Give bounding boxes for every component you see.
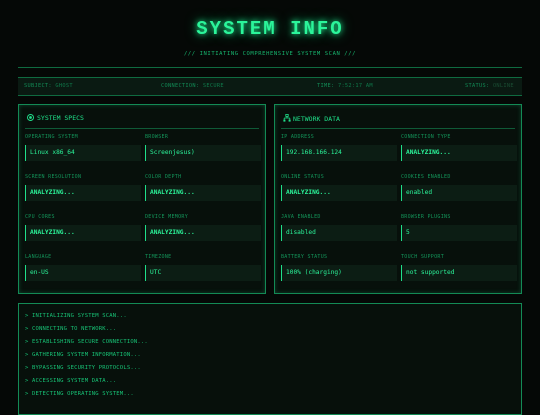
system-specs-panel: SYSTEM SPECS OPERATING SYSTEM Linux x86_… [18,104,266,294]
field-connection-type: CONNECTION TYPE ANALYZING... [401,134,517,161]
log-line: > ACCESSING SYSTEM DATA... [25,378,117,384]
log-line: > BYPASSING SECURITY PROTOCOLS... [25,365,141,371]
page-subtitle: /// INITIATING COMPREHENSIVE SYSTEM SCAN… [183,51,357,57]
subject-status: SUBJECT: GHOST [24,83,73,89]
panel-divider [281,128,515,129]
field-browser: BROWSER Screenjesus) [145,134,261,161]
page-title: SYSTEM INFO [196,18,344,40]
field-device-memory: DEVICE MEMORY ANALYZING... [145,214,261,241]
log-line: > CONNECTING TO NETWORK... [25,326,117,332]
field-online-status: ONLINE STATUS ANALYZING... [281,174,397,201]
header-divider [18,67,522,68]
field-operating-system: OPERATING SYSTEM Linux x86_64 [25,134,141,161]
network-data-header: NETWORK DATA [283,114,340,123]
network-data-panel: NETWORK DATA IP ADDRESS 192.168.166.124 … [274,104,522,294]
field-color-depth: COLOR DEPTH ANALYZING... [145,174,261,201]
time-status: TIME: 7:52:17 AM [317,83,373,89]
field-screen-resolution: SCREEN RESOLUTION ANALYZING... [25,174,141,201]
log-line: > DETECTING OPERATING SYSTEM... [25,391,134,397]
field-browser-plugins: BROWSER PLUGINS 5 [401,214,517,241]
field-ip-address: IP ADDRESS 192.168.166.124 [281,134,397,161]
network-icon [283,114,291,122]
log-line: > INITIALIZING SYSTEM SCAN... [25,313,127,319]
field-java-enabled: JAVA ENABLED disabled [281,214,397,241]
connection-status: CONNECTION: SECURE [161,83,224,89]
field-cpu-cores: CPU CORES ANALYZING... [25,214,141,241]
cpu-icon [27,114,34,121]
panel-divider [25,128,259,129]
online-status: STATUS: ONLINE [465,83,514,89]
field-cookies-enabled: COOKIES ENABLED enabled [401,174,517,201]
field-timezone: TIMEZONE UTC [145,254,261,281]
log-line: > ESTABLISHING SECURE CONNECTION... [25,339,148,345]
field-battery-status: BATTERY STATUS 100% (charging) [281,254,397,281]
system-specs-header: SYSTEM SPECS [27,114,84,122]
field-language: LANGUAGE en-US [25,254,141,281]
log-line: > GATHERING SYSTEM INFORMATION... [25,352,141,358]
console-log: > INITIALIZING SYSTEM SCAN... > CONNECTI… [18,303,522,415]
field-touch-support: TOUCH SUPPORT not supported [401,254,517,281]
status-bar: SUBJECT: GHOST CONNECTION: SECURE TIME: … [18,77,522,96]
